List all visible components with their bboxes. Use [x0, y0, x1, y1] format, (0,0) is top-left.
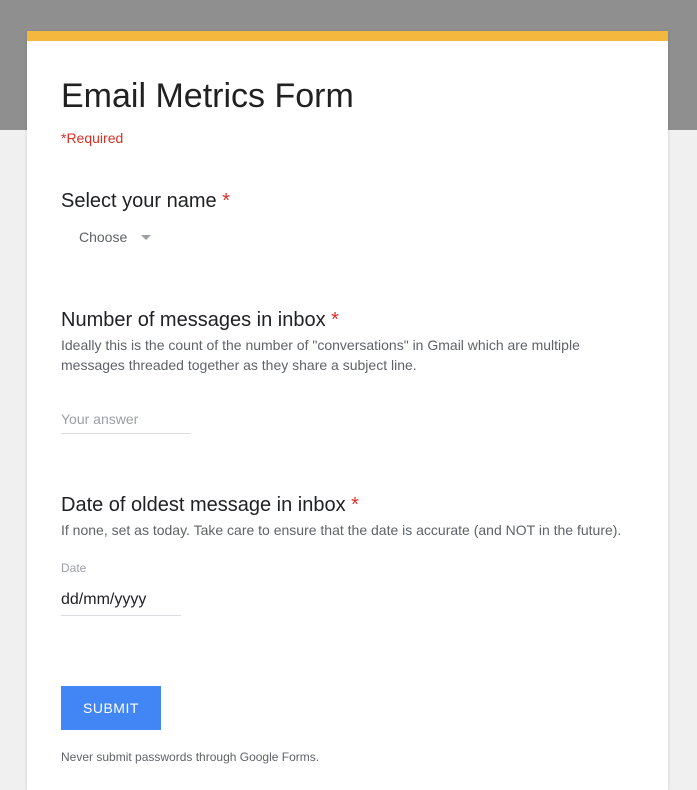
form-title: Email Metrics Form [61, 77, 634, 116]
messages-input[interactable] [61, 405, 191, 434]
date-input[interactable] [61, 585, 181, 616]
required-indicator: *Required [61, 130, 634, 146]
field-oldest-date: Date of oldest message in inbox * If non… [61, 494, 634, 616]
required-asterisk: * [331, 309, 339, 331]
required-asterisk: * [222, 190, 230, 212]
field-label-name: Select your name * [61, 190, 634, 213]
field-select-name: Select your name * Choose [61, 190, 634, 249]
date-sublabel: Date [61, 561, 634, 575]
submit-button[interactable]: SUBMIT [61, 686, 161, 730]
field-label-date-text: Date of oldest message in inbox [61, 494, 351, 516]
footer-warning: Never submit passwords through Google Fo… [61, 750, 634, 764]
name-select[interactable]: Choose [61, 225, 151, 249]
field-label-messages: Number of messages in inbox * [61, 309, 634, 332]
field-label-messages-text: Number of messages in inbox [61, 309, 331, 331]
form-card: Email Metrics Form *Required Select your… [27, 31, 668, 790]
field-description-messages: Ideally this is the count of the number … [61, 336, 634, 375]
field-label-name-text: Select your name [61, 190, 222, 212]
field-label-date: Date of oldest message in inbox * [61, 494, 634, 517]
name-select-value: Choose [79, 229, 127, 245]
field-messages-count: Number of messages in inbox * Ideally th… [61, 309, 634, 434]
chevron-down-icon [141, 235, 151, 240]
required-asterisk: * [351, 494, 359, 516]
field-description-date: If none, set as today. Take care to ensu… [61, 521, 634, 541]
